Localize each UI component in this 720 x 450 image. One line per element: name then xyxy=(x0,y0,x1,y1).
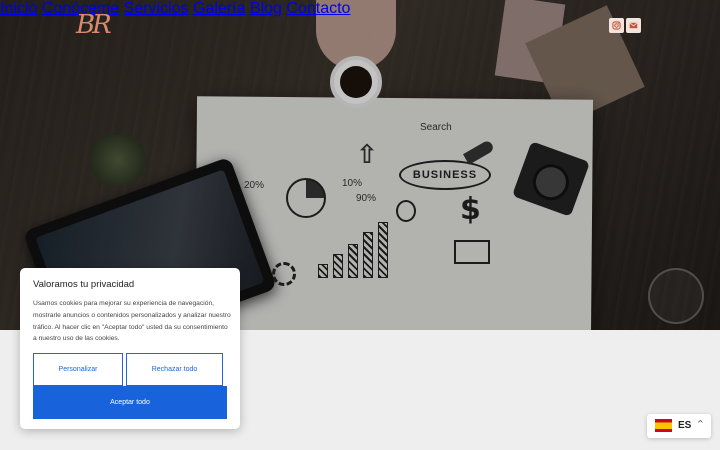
language-code: ES xyxy=(678,420,692,431)
nav-link-contacto[interactable]: Contacto xyxy=(286,0,350,17)
logo[interactable]: BR xyxy=(76,10,112,40)
cookie-text: Usamos cookies para mejorar su experienc… xyxy=(33,300,231,343)
nav-link-galeria[interactable]: Galería xyxy=(193,0,245,17)
mail-icon[interactable] xyxy=(626,18,641,33)
cookie-consent-banner: Valoramos tu privacidad Usamos cookies p… xyxy=(20,268,240,429)
cookie-title: Valoramos tu privacidad xyxy=(33,279,135,290)
accept-all-button[interactable]: Aceptar todo xyxy=(33,386,227,419)
nav-link-servicios[interactable]: Servicios xyxy=(124,0,189,17)
instagram-icon[interactable] xyxy=(609,18,624,33)
customize-button[interactable]: Personalizar xyxy=(33,353,123,386)
top-navigation: BR Inicio Conóceme Servicios Galería Blo… xyxy=(0,0,720,56)
language-switcher[interactable]: ES ^ xyxy=(647,414,711,438)
spain-flag-icon xyxy=(655,419,672,432)
nav-link-blog[interactable]: Blog xyxy=(250,0,282,17)
nav-link-inicio[interactable]: Inicio xyxy=(0,0,37,17)
reject-all-button[interactable]: Rechazar todo xyxy=(126,353,223,386)
chevron-up-icon: ^ xyxy=(697,419,704,428)
